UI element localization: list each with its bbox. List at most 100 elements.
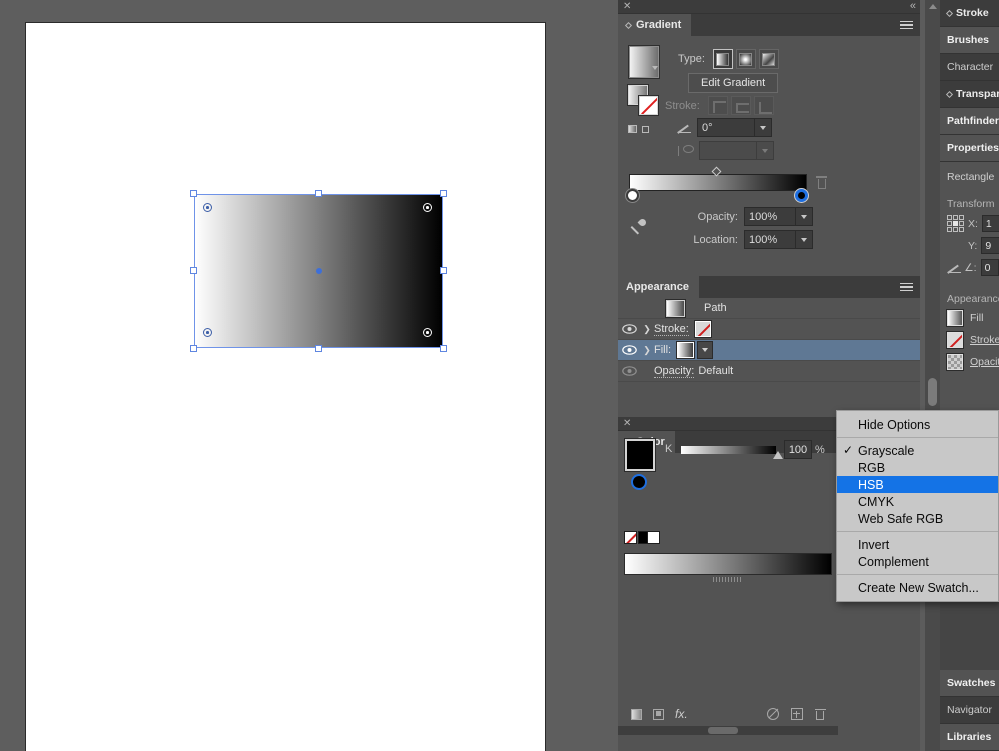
add-new-effect-icon[interactable]: fx. [675,707,688,721]
add-new-stroke-icon[interactable] [631,709,642,720]
color-panel-context-menu[interactable]: Hide Options ✓ Grayscale RGB HSB CMYK We… [836,410,999,602]
freeform-gradient-icon[interactable] [759,49,779,69]
table-row[interactable]: Path [618,298,920,319]
stroke-apply-within-icon[interactable] [708,96,728,115]
tab-brushes[interactable]: Brushes [940,27,999,54]
linear-gradient-icon[interactable] [713,49,733,69]
collapse-icon[interactable]: « [910,0,915,13]
tab-character[interactable]: Character [940,54,999,81]
selected-rectangle[interactable] [195,195,442,347]
menu-item-cmyk[interactable]: CMYK [837,493,998,510]
stroke-apply-along-icon[interactable] [754,96,774,115]
handle-bottom-left[interactable] [190,345,197,352]
delete-item-icon[interactable] [815,708,826,721]
gradient-reverse-buttons[interactable] [628,120,650,138]
menu-item-grayscale[interactable]: ✓ Grayscale [837,442,998,459]
fill-gradient-swatch[interactable] [677,342,694,358]
delete-gradient-stop-icon[interactable] [816,176,827,189]
list-item[interactable]: Stroke [947,332,999,348]
corner-radius-widget-bottom-right[interactable] [423,328,432,337]
clear-appearance-icon[interactable] [767,708,779,720]
gradient-preview-swatch[interactable] [629,46,659,78]
canvas-workspace[interactable] [0,0,618,751]
gradient-stroke-none-box[interactable] [639,96,658,115]
menu-item-hsb[interactable]: HSB [837,476,998,493]
radial-gradient-icon[interactable] [736,49,756,69]
expand-arrow-icon[interactable]: ❯ [640,324,654,335]
table-row[interactable]: ❯ Fill: [618,340,920,361]
color-active-swatch[interactable] [625,439,655,471]
reverse-gradient-icon[interactable] [628,125,637,133]
fill-stroke-indicator[interactable] [628,85,658,115]
close-icon[interactable]: ✕ [623,1,631,13]
stroke-none-swatch[interactable] [695,321,711,337]
menu-item-web-safe-rgb[interactable]: Web Safe RGB [837,510,998,527]
gradient-slider-track[interactable] [629,174,807,191]
gradient-angle-input[interactable]: 0° [697,118,755,137]
add-new-fill-icon[interactable] [653,709,664,720]
tab-properties[interactable]: Properties [940,135,999,162]
tab-transparency[interactable]: Transparen [940,81,999,108]
menu-item-hide-options[interactable]: Hide Options [837,416,998,433]
gradient-location-input[interactable]: 100% [744,230,796,249]
gradient-stop-end-selected[interactable] [795,189,808,202]
duplicate-item-icon[interactable] [791,708,803,720]
edit-gradient-button[interactable]: Edit Gradient [688,73,778,93]
tab-stroke[interactable]: Stroke [940,0,999,27]
handle-bottom-right[interactable] [440,345,447,352]
gradient-direction-icon[interactable] [642,126,649,133]
visibility-eye-icon-dim[interactable] [618,366,640,376]
handle-bottom-center[interactable] [315,345,322,352]
transform-y-input[interactable]: 9 [981,237,999,254]
gradient-panel-menu-icon[interactable] [899,18,914,32]
menu-item-create-new-swatch[interactable]: Create New Swatch... [837,579,998,596]
tab-appearance[interactable]: Appearance [618,276,699,298]
panel-resize-grip[interactable] [713,577,741,582]
list-item[interactable]: Fill [947,310,999,326]
artboard[interactable] [25,22,546,751]
transform-x-input[interactable]: 1 [982,215,999,232]
scrollbar-thumb[interactable] [708,727,738,734]
tab-swatches[interactable]: Swatches [940,670,999,697]
fill-swatch-chevron-down-icon[interactable] [697,341,713,359]
close-icon[interactable]: ✕ [623,418,631,430]
stroke-swatch-icon[interactable] [947,332,963,348]
eyedropper-icon[interactable] [631,219,647,237]
visibility-eye-icon[interactable] [618,324,640,334]
fill-swatch-icon[interactable] [947,310,963,326]
expand-arrow-icon[interactable]: ❯ [640,345,654,356]
color-spectrum-ramp[interactable] [624,553,832,575]
swatch-none-icon[interactable] [624,531,637,544]
table-row[interactable]: ❯ Stroke: [618,319,920,340]
transform-angle-input[interactable]: 0 [981,259,999,276]
menu-item-rgb[interactable]: RGB [837,459,998,476]
color-k-slider-track[interactable] [681,446,776,454]
reference-point-selector[interactable] [947,215,964,232]
table-row[interactable]: Opacity: Default [618,361,920,382]
scrollbar-thumb[interactable] [928,378,937,406]
corner-radius-widget-bottom-left[interactable] [203,328,212,337]
menu-item-invert[interactable]: Invert [837,536,998,553]
tab-gradient[interactable]: Gradient [618,14,691,36]
color-stroke-ring-indicator[interactable] [631,474,647,490]
location-chevron-down-icon[interactable] [796,230,813,249]
tab-navigator[interactable]: Navigator [940,697,999,724]
tab-pathfinder[interactable]: Pathfinder [940,108,999,135]
scroll-up-arrow-icon[interactable] [929,4,937,9]
gradient-stop-start[interactable] [626,189,639,202]
opacity-swatch-icon[interactable] [947,354,963,370]
handle-top-left[interactable] [190,190,197,197]
visibility-eye-icon[interactable] [618,345,640,355]
handle-middle-right[interactable] [440,267,447,274]
handle-top-center[interactable] [315,190,322,197]
gradient-opacity-input[interactable]: 100% [744,207,796,226]
stroke-apply-across-icon[interactable] [731,96,751,115]
menu-item-complement[interactable]: Complement [837,553,998,570]
swatch-white[interactable] [647,531,660,544]
corner-radius-widget-top-left[interactable] [203,203,212,212]
handle-top-right[interactable] [440,190,447,197]
handle-middle-left[interactable] [190,267,197,274]
appearance-horizontal-scrollbar[interactable] [618,726,838,735]
corner-radius-widget-top-right[interactable] [423,203,432,212]
dock-vertical-scrollbar[interactable] [925,0,940,751]
